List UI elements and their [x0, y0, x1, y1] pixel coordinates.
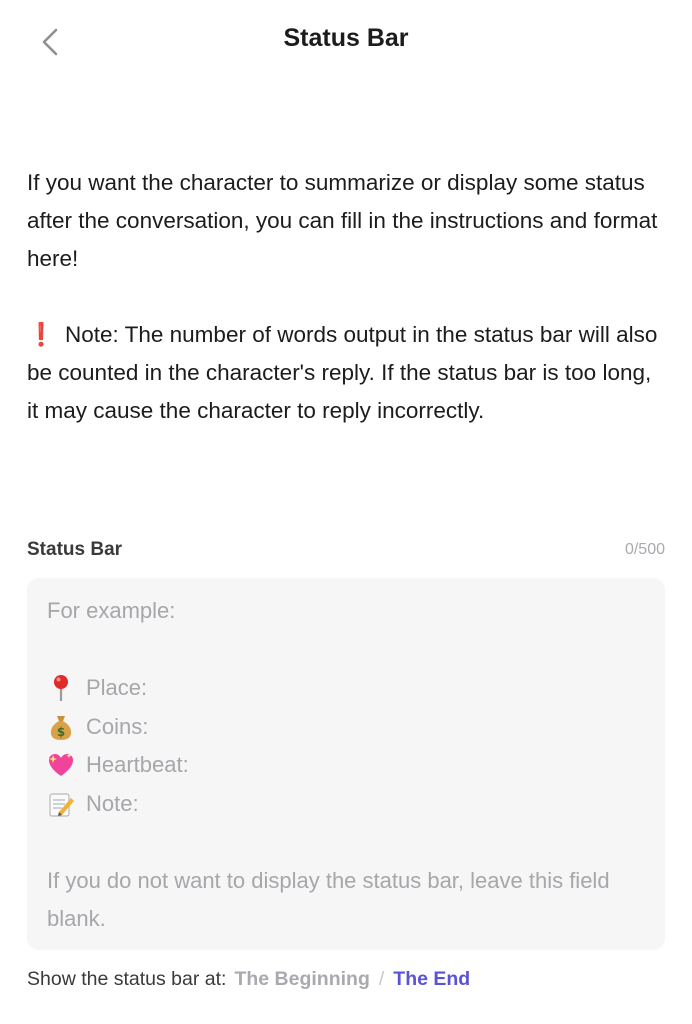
placeholder-footer: If you do not want to display the status… [47, 867, 610, 932]
field-label-row: Status Bar 0/500 [27, 536, 665, 564]
placeholder-item-place: Place: [47, 669, 645, 708]
page-title: Status Bar [283, 24, 409, 52]
option-end[interactable]: The End [393, 968, 470, 991]
memo-icon [47, 790, 75, 818]
option-separator: / [378, 967, 385, 990]
placeholder-intro: For example: [47, 598, 176, 623]
placeholder-item-coins: $ Coins: [47, 708, 645, 747]
status-position-selector: Show the status bar at: The Beginning / … [27, 964, 470, 994]
intro-paragraph: If you want the character to summarize o… [27, 170, 658, 271]
note-text: Note: The number of words output in the … [27, 322, 658, 423]
svg-text:$: $ [57, 725, 65, 739]
placeholder-heartbeat-label: Heartbeat: [86, 752, 189, 777]
header-bar: Status Bar [0, 0, 692, 84]
placeholder-note-label: Note: [86, 790, 139, 816]
char-counter: 0/500 [624, 541, 665, 558]
placeholder-place-label: Place: [86, 675, 148, 700]
textarea-placeholder: For example: Place: $ Coins: Heartbeat: … [47, 592, 645, 939]
exclamation-icon: ❗ [27, 322, 56, 347]
sparkling-heart-icon [47, 751, 75, 779]
pin-icon [47, 674, 75, 702]
position-label: Show the status bar at: [27, 967, 227, 990]
status-bar-textarea[interactable]: For example: Place: $ Coins: Heartbeat: … [27, 578, 665, 950]
placeholder-item-heartbeat: Heartbeat: [47, 746, 645, 785]
field-label: Status Bar [27, 539, 123, 560]
note-paragraph: ❗ Note: The number of words output in the… [27, 316, 667, 430]
placeholder-coins-label: Coins: [86, 713, 149, 739]
intro-text: If you want the character to summarize o… [27, 164, 667, 430]
option-beginning[interactable]: The Beginning [234, 968, 369, 991]
placeholder-item-note: Note: [47, 785, 645, 824]
money-bag-icon: $ [47, 713, 75, 741]
